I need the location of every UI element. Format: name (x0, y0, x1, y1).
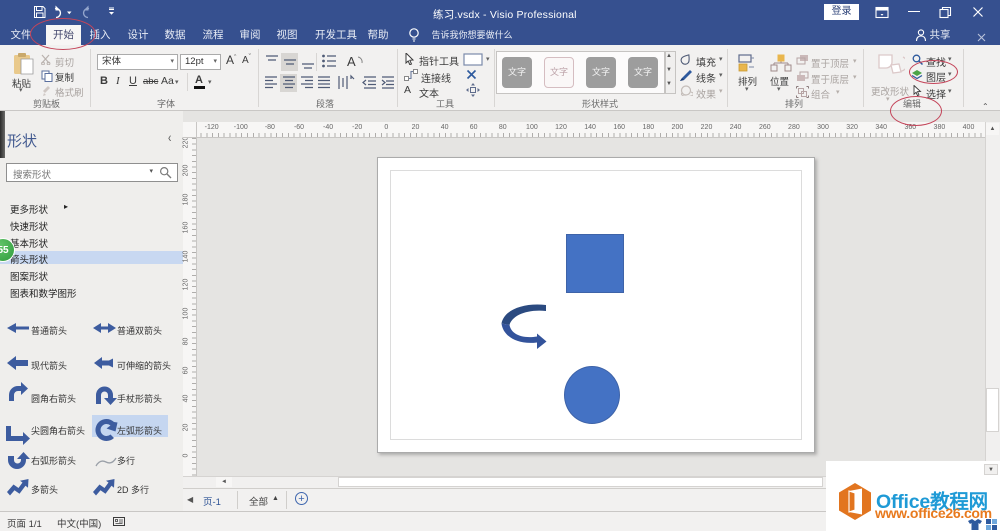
svg-text:A: A (347, 54, 356, 69)
